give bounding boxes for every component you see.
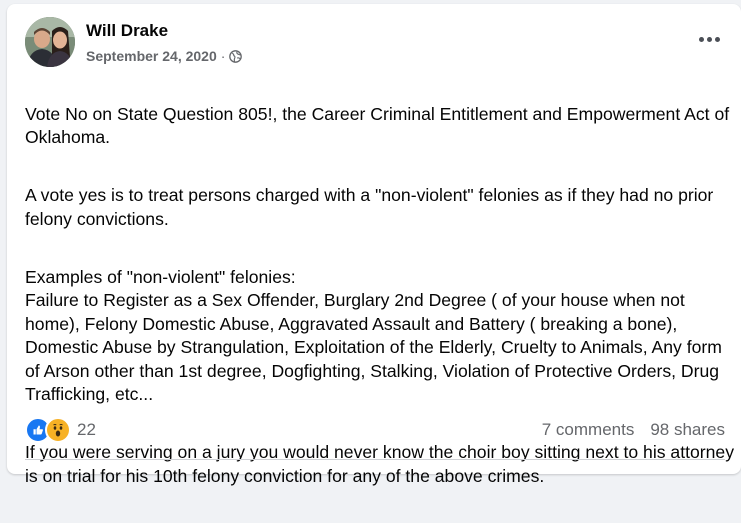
shares-count[interactable]: 98 shares: [650, 420, 725, 440]
post-card: Will Drake September 24, 2020 · Vote No …: [7, 4, 741, 486]
reactions-summary[interactable]: 22: [25, 417, 96, 443]
post-paragraph: If you were serving on a jury you would …: [25, 442, 735, 486]
post-meta: September 24, 2020 ·: [86, 47, 243, 65]
reaction-icons: [25, 417, 71, 443]
comments-count[interactable]: 7 comments: [542, 420, 635, 440]
meta-separator: ·: [220, 48, 226, 64]
post-body: Vote No on State Question 805!, the Care…: [25, 79, 735, 523]
reaction-count[interactable]: 22: [77, 420, 96, 440]
engagement-bar: 22 7 comments 98 shares: [25, 417, 725, 443]
more-options-icon[interactable]: [695, 29, 723, 49]
author-name[interactable]: Will Drake: [86, 21, 168, 41]
wow-icon: [45, 417, 71, 443]
avatar-photo: [25, 17, 75, 67]
post-paragraph: Examples of "non-violent" felonies: Fail…: [25, 266, 722, 405]
globe-icon: [229, 49, 243, 63]
post-date[interactable]: September 24, 2020: [86, 47, 217, 65]
author-avatar[interactable]: [25, 17, 75, 67]
footer-divider: [25, 459, 725, 460]
post-paragraph: Vote No on State Question 805!, the Care…: [25, 103, 730, 148]
post-paragraph: A vote yes is to treat persons charged w…: [25, 185, 714, 229]
post-stats: 7 comments 98 shares: [542, 420, 725, 440]
